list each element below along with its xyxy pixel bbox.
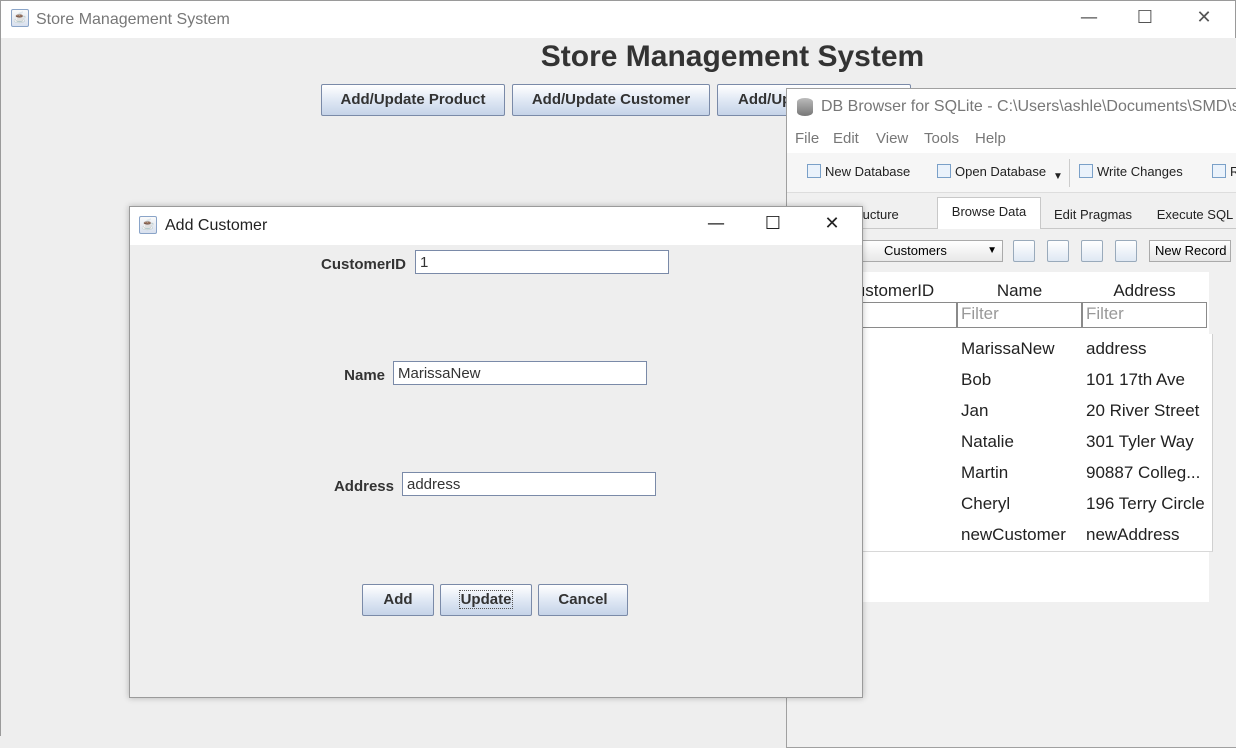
column-header-address[interactable]: Address [1082,277,1207,305]
write-changes-button[interactable]: Write Changes [1079,164,1183,179]
new-database-button[interactable]: New Database [807,164,910,179]
cell-name[interactable]: Bob [957,365,1087,397]
app-heading: Store Management System [540,40,925,73]
address-field[interactable] [402,472,656,496]
name-label: Name [344,367,385,384]
cell-address[interactable]: address [1082,334,1213,366]
table-select[interactable]: Customers ▼ [861,240,1003,262]
customerid-label: CustomerID [320,256,406,273]
cell-address[interactable]: newAddress [1082,520,1213,552]
cell-name[interactable]: Cheryl [957,489,1087,521]
open-database-button[interactable]: Open Database [937,164,1046,179]
cell-address[interactable]: 196 Terry Circle [1082,489,1213,521]
table-row[interactable]: Jan 20 River Street [833,396,1213,428]
dialog-title: Add Customer [165,217,268,234]
table-row[interactable]: Natalie 301 Tyler Way [833,427,1213,459]
clear-filters-icon[interactable] [1047,240,1069,262]
cell-name[interactable]: Natalie [957,427,1087,459]
close-icon[interactable]: ✕ [1186,7,1222,28]
main-window-title: Store Management System [36,11,230,28]
table-row[interactable]: Bob 101 17th Ave [833,365,1213,397]
toolbar-separator [1069,159,1070,187]
add-update-product-button[interactable]: Add/Update Product [321,84,505,116]
table-row[interactable]: Martin 90887 Colleg... [833,458,1213,490]
write-changes-icon [1079,164,1093,178]
address-label: Address [333,478,394,495]
tab-browse-data[interactable]: Browse Data [937,197,1041,229]
database-icon [797,98,813,116]
minimize-icon[interactable]: — [1071,7,1107,28]
open-database-dropdown-icon[interactable]: ▼ [1053,171,1063,182]
table-row[interactable]: newCustomer newAddress [833,520,1213,552]
main-titlebar: ☕ Store Management System — ☐ ✕ [0,0,1236,38]
add-update-customer-button[interactable]: Add/Update Customer [512,84,710,116]
menu-edit[interactable]: Edit [833,130,859,147]
db-menubar: File Edit View Tools Help [787,125,1236,153]
java-app-icon: ☕ [11,9,29,27]
db-window-title: DB Browser for SQLite - C:\Users\ashle\D… [821,98,1236,115]
add-button[interactable]: Add [362,584,434,616]
filter-address-input[interactable]: Filter [1082,302,1207,328]
menu-file[interactable]: File [795,130,819,147]
maximize-icon[interactable]: ☐ [755,213,791,234]
cancel-button[interactable]: Cancel [538,584,628,616]
revert-changes-icon [1212,164,1226,178]
customerid-field[interactable] [415,250,669,274]
cell-name[interactable]: Martin [957,458,1087,490]
menu-view[interactable]: View [876,130,908,147]
name-field[interactable] [393,361,647,385]
maximize-icon[interactable]: ☐ [1127,7,1163,28]
cell-address[interactable]: 90887 Colleg... [1082,458,1213,490]
new-database-icon [807,164,821,178]
chevron-down-icon: ▼ [987,245,997,256]
column-header-name[interactable]: Name [957,277,1082,305]
revert-changes-label: R [1230,164,1236,179]
table-select-value: Customers [884,243,947,258]
open-database-label: Open Database [955,164,1047,179]
java-app-icon: ☕ [139,216,157,234]
filter-name-input[interactable]: Filter [957,302,1082,328]
tab-execute-sql[interactable]: Execute SQL [1147,207,1236,222]
db-titlebar: DB Browser for SQLite - C:\Users\ashle\D… [787,89,1236,125]
revert-changes-button[interactable]: R [1212,164,1236,179]
save-table-icon[interactable] [1081,240,1103,262]
update-button-label: Update [458,590,514,609]
dialog-titlebar: ☕ Add Customer — ☐ ✕ [130,207,862,245]
minimize-icon[interactable]: — [698,213,734,234]
cell-name[interactable]: Jan [957,396,1087,428]
new-database-label: New Database [825,164,911,179]
table-row[interactable]: Cheryl 196 Terry Circle [833,489,1213,521]
new-record-button[interactable]: New Record [1149,240,1231,262]
cell-name[interactable]: newCustomer [957,520,1087,552]
cell-address[interactable]: 20 River Street [1082,396,1213,428]
refresh-icon[interactable] [1013,240,1035,262]
add-customer-dialog: ☕ Add Customer — ☐ ✕ CustomerID Name Add… [129,206,863,698]
cell-address[interactable]: 101 17th Ave [1082,365,1213,397]
update-button[interactable]: Update [440,584,532,616]
menu-help[interactable]: Help [975,130,1006,147]
open-database-icon [937,164,951,178]
menu-tools[interactable]: Tools [924,130,959,147]
table-row[interactable]: MarissaNew address [833,334,1213,366]
db-toolbar: New Database Open Database ▼ Write Chang… [787,153,1236,193]
tab-edit-pragmas[interactable]: Edit Pragmas [1045,207,1141,222]
close-icon[interactable]: ✕ [814,213,850,234]
cell-name[interactable]: MarissaNew [957,334,1087,366]
write-changes-label: Write Changes [1097,164,1183,179]
print-icon[interactable] [1115,240,1137,262]
cell-address[interactable]: 301 Tyler Way [1082,427,1213,459]
